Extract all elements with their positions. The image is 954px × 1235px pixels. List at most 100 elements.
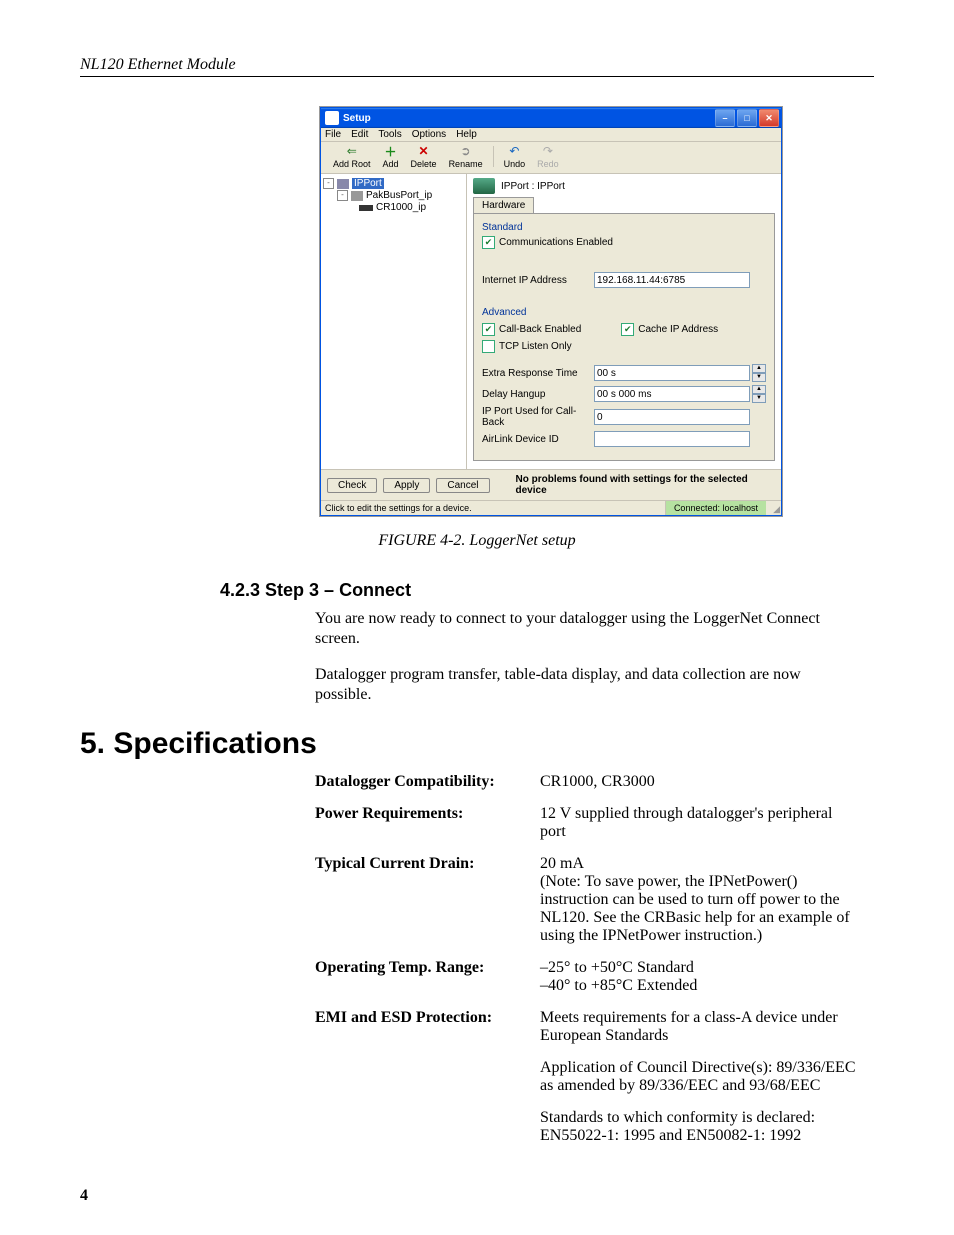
table-row: Power Requirements: 12 V supplied throug… xyxy=(315,805,874,841)
standard-section: Standard xyxy=(482,222,766,233)
spin-down-icon[interactable]: ▼ xyxy=(752,373,766,382)
callback-label: Call-Back Enabled xyxy=(499,324,581,335)
tree-node-cr1000[interactable]: CR1000_ip xyxy=(323,202,464,214)
step3-heading: 4.2.3 Step 3 – Connect xyxy=(220,580,874,601)
cache-ip-checkbox[interactable]: ✔ xyxy=(621,323,634,336)
step3-paragraph-2: Datalogger program transfer, table-data … xyxy=(315,665,855,705)
collapse-icon[interactable]: - xyxy=(337,190,348,201)
menu-help[interactable]: Help xyxy=(456,129,477,140)
menu-file[interactable]: File xyxy=(325,129,341,140)
tree-node-ipport[interactable]: - IPPort xyxy=(323,178,464,190)
minimize-button[interactable]: – xyxy=(715,109,735,127)
pakbus-icon xyxy=(351,191,363,201)
rename-icon: ➲ xyxy=(459,144,473,158)
delete-button[interactable]: ✕ Delete xyxy=(405,144,443,169)
spec-value: 12 V supplied through datalogger's perip… xyxy=(540,805,860,841)
spin-down-icon[interactable]: ▼ xyxy=(752,394,766,403)
airlink-input[interactable] xyxy=(594,431,750,447)
spec-value: Meets requirements for a class-A device … xyxy=(540,1009,860,1045)
resize-grip-icon[interactable]: ◢ xyxy=(766,501,781,515)
table-row: Standards to which conformity is declare… xyxy=(315,1109,874,1145)
undo-icon: ↶ xyxy=(507,144,521,158)
specifications-heading: 5. Specifications xyxy=(80,727,874,761)
callback-checkbox[interactable]: ✔ xyxy=(482,323,495,336)
rename-button[interactable]: ➲ Rename xyxy=(443,144,489,169)
delete-icon: ✕ xyxy=(417,144,431,158)
spec-value: Application of Council Directive(s): 89/… xyxy=(540,1059,860,1095)
datalogger-icon xyxy=(359,205,373,211)
spec-value: CR1000, CR3000 xyxy=(540,773,860,791)
menu-options[interactable]: Options xyxy=(412,129,446,140)
status-bar: Click to edit the settings for a device.… xyxy=(321,500,781,515)
close-button[interactable]: ✕ xyxy=(759,109,779,127)
step3-paragraph-1: You are now ready to connect to your dat… xyxy=(315,609,855,649)
add-label: Add xyxy=(383,159,399,169)
spec-label: Datalogger Compatibility: xyxy=(315,773,540,791)
device-tree[interactable]: - IPPort - PakBusPort_ip CR1000_ip xyxy=(321,174,467,469)
spec-value: Standards to which conformity is declare… xyxy=(540,1109,860,1145)
redo-button[interactable]: ↷ Redo xyxy=(531,144,565,169)
specifications-table: Datalogger Compatibility: CR1000, CR3000… xyxy=(315,773,874,1145)
validation-status: No problems found with settings for the … xyxy=(496,474,775,496)
window-title: Setup xyxy=(343,113,715,124)
spin-up-icon[interactable]: ▲ xyxy=(752,364,766,373)
connection-status: Connected: localhost xyxy=(665,501,766,515)
spec-label: Typical Current Drain: xyxy=(315,855,540,945)
table-row: Datalogger Compatibility: CR1000, CR3000 xyxy=(315,773,874,791)
device-title: IPPort : IPPort xyxy=(501,181,565,192)
table-row: Typical Current Drain: 20 mA (Note: To s… xyxy=(315,855,874,945)
extra-response-input[interactable] xyxy=(594,365,750,381)
tree-label: IPPort xyxy=(352,178,384,189)
menu-bar[interactable]: File Edit Tools Options Help xyxy=(321,128,781,142)
plus-icon: ＋ xyxy=(384,144,398,158)
tree-label: CR1000_ip xyxy=(376,202,426,213)
toolbar: ⇐ Add Root ＋ Add ✕ Delete ➲ Rename ↶ xyxy=(321,142,781,174)
table-row: Operating Temp. Range: –25° to +50°C Sta… xyxy=(315,959,874,995)
extra-response-spinner[interactable]: ▲▼ xyxy=(752,364,766,382)
toolbar-separator xyxy=(493,146,494,167)
menu-edit[interactable]: Edit xyxy=(351,129,368,140)
maximize-button[interactable]: □ xyxy=(737,109,757,127)
spec-label: EMI and ESD Protection: xyxy=(315,1009,540,1045)
add-button[interactable]: ＋ Add xyxy=(377,144,405,169)
delay-hangup-label: Delay Hangup xyxy=(482,389,594,400)
tcp-listen-checkbox[interactable]: ✔ xyxy=(482,340,495,353)
spec-label: Power Requirements: xyxy=(315,805,540,841)
tree-label: PakBusPort_ip xyxy=(366,190,432,201)
page-number: 4 xyxy=(80,1187,88,1205)
tree-node-pakbus[interactable]: - PakBusPort_ip xyxy=(323,190,464,202)
figure-caption: FIGURE 4-2. LoggerNet setup xyxy=(80,532,874,550)
cancel-button[interactable]: Cancel xyxy=(436,478,489,493)
comm-enabled-checkbox[interactable]: ✔ xyxy=(482,236,495,249)
ip-address-input[interactable] xyxy=(594,272,750,288)
titlebar[interactable]: Setup – □ ✕ xyxy=(321,108,781,128)
apply-button[interactable]: Apply xyxy=(383,478,430,493)
add-root-icon: ⇐ xyxy=(345,144,359,158)
hardware-tab[interactable]: Hardware xyxy=(473,197,534,213)
add-root-button[interactable]: ⇐ Add Root xyxy=(327,144,377,169)
spec-value: –25° to +50°C Standard –40° to +85°C Ext… xyxy=(540,959,860,995)
table-row: EMI and ESD Protection: Meets requiremen… xyxy=(315,1009,874,1045)
action-bar: Check Apply Cancel No problems found wit… xyxy=(321,469,781,500)
spec-label: Operating Temp. Range: xyxy=(315,959,540,995)
spin-up-icon[interactable]: ▲ xyxy=(752,385,766,394)
undo-button[interactable]: ↶ Undo xyxy=(498,144,532,169)
menu-tools[interactable]: Tools xyxy=(378,129,401,140)
check-button[interactable]: Check xyxy=(327,478,377,493)
ipport-icon xyxy=(337,179,349,189)
status-hint: Click to edit the settings for a device. xyxy=(321,501,665,515)
airlink-label: AirLink Device ID xyxy=(482,434,594,445)
spec-value: 20 mA (Note: To save power, the IPNetPow… xyxy=(540,855,860,945)
delay-hangup-spinner[interactable]: ▲▼ xyxy=(752,385,766,403)
ipport-callback-input[interactable] xyxy=(594,409,750,425)
delay-hangup-input[interactable] xyxy=(594,386,750,402)
ipport-callback-label: IP Port Used for Call-Back xyxy=(482,406,594,428)
extra-response-label: Extra Response Time xyxy=(482,368,594,379)
collapse-icon[interactable]: - xyxy=(323,178,334,189)
tcp-listen-label: TCP Listen Only xyxy=(499,341,572,352)
add-root-label: Add Root xyxy=(333,159,371,169)
device-icon xyxy=(473,178,495,194)
redo-label: Redo xyxy=(537,159,559,169)
rename-label: Rename xyxy=(449,159,483,169)
advanced-section: Advanced xyxy=(482,307,766,318)
